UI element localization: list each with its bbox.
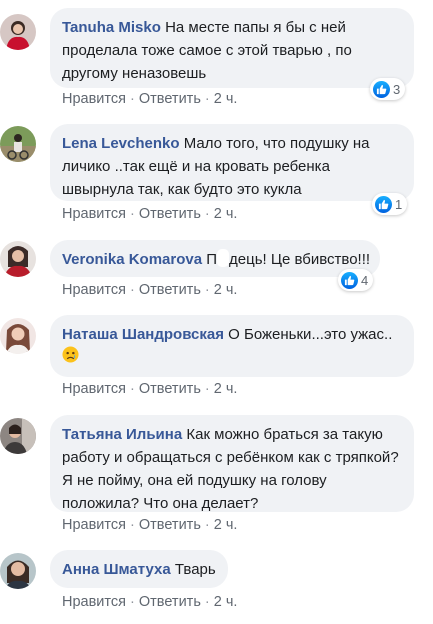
avatar[interactable] bbox=[0, 553, 36, 589]
separator-dot: · bbox=[204, 282, 210, 298]
timestamp[interactable]: 2 ч. bbox=[214, 206, 238, 222]
comment-author[interactable]: Татьяна Ильина bbox=[62, 426, 182, 443]
like-thumb-icon bbox=[375, 195, 392, 213]
like-link[interactable]: Нравится bbox=[62, 594, 126, 610]
timestamp[interactable]: 2 ч. bbox=[214, 282, 238, 298]
comment-actions: Нравится · Ответить · 2 ч. bbox=[62, 282, 237, 298]
reactions-number: 1 bbox=[395, 196, 403, 212]
comment-text: дець! Це вбивство!!! bbox=[229, 251, 371, 268]
reply-link[interactable]: Ответить bbox=[139, 594, 201, 610]
comment-bubble: Наташа Шандровская О Боженьки...это ужас… bbox=[50, 315, 414, 377]
like-link[interactable]: Нравится bbox=[62, 381, 126, 397]
like-link[interactable]: Нравится bbox=[62, 517, 126, 533]
reply-link[interactable]: Ответить bbox=[139, 381, 201, 397]
comment-text: Тварь bbox=[174, 561, 216, 578]
timestamp[interactable]: 2 ч. bbox=[214, 517, 238, 533]
comment-author[interactable]: Анна Шматуха bbox=[62, 561, 171, 578]
separator-dot: · bbox=[204, 91, 210, 107]
reactions-count[interactable]: 4 bbox=[338, 269, 374, 291]
comment-bubble: Veronika Komarova Пдець! Це вбивство!!! bbox=[50, 240, 380, 277]
separator-dot: · bbox=[130, 206, 135, 222]
comment-actions: Нравится · Ответить · 2 ч. bbox=[62, 517, 237, 533]
comment-actions: Нравится · Ответить · 2 ч. bbox=[62, 381, 237, 397]
avatar[interactable] bbox=[0, 318, 36, 354]
separator-dot: · bbox=[204, 517, 210, 533]
like-thumb-icon bbox=[373, 80, 390, 98]
comment-bubble: Анна Шматуха Тварь bbox=[50, 550, 228, 588]
reactions-number: 4 bbox=[361, 272, 369, 288]
timestamp[interactable]: 2 ч. bbox=[214, 594, 238, 610]
separator-dot: · bbox=[130, 381, 135, 397]
reactions-count[interactable]: 3 bbox=[370, 78, 406, 100]
timestamp[interactable]: 2 ч. bbox=[214, 381, 238, 397]
reply-link[interactable]: Ответить bbox=[139, 517, 201, 533]
comment-author[interactable]: Tanuha Misko bbox=[62, 19, 161, 36]
avatar[interactable] bbox=[0, 14, 36, 50]
reactions-count[interactable]: 1 bbox=[372, 193, 408, 215]
comment-text-prefix: П bbox=[206, 251, 218, 268]
like-link[interactable]: Нравится bbox=[62, 206, 126, 222]
avatar[interactable] bbox=[0, 418, 36, 454]
reply-link[interactable]: Ответить bbox=[139, 206, 201, 222]
comment-bubble: Татьяна Ильина Как можно браться за таку… bbox=[50, 415, 414, 512]
comment-author[interactable]: Наташа Шандровская bbox=[62, 326, 224, 343]
comment-actions: Нравится · Ответить · 2 ч. bbox=[62, 206, 237, 222]
separator-dot: · bbox=[130, 282, 135, 298]
reply-link[interactable]: Ответить bbox=[139, 91, 201, 107]
like-thumb-icon bbox=[341, 271, 358, 289]
comment-bubble: Lena Levchenko Мало того, что подушку на… bbox=[50, 124, 414, 201]
avatar[interactable] bbox=[0, 126, 36, 162]
separator-dot: · bbox=[130, 91, 135, 107]
comment-actions: Нравится · Ответить · 2 ч. bbox=[62, 91, 237, 107]
separator-dot: · bbox=[204, 206, 210, 222]
reply-link[interactable]: Ответить bbox=[139, 282, 201, 298]
separator-dot: · bbox=[204, 381, 210, 397]
comment-text: О Боженьки...это ужас.. bbox=[228, 326, 393, 343]
like-link[interactable]: Нравится bbox=[62, 91, 126, 107]
comment-author[interactable]: Veronika Komarova bbox=[62, 251, 202, 268]
timestamp[interactable]: 2 ч. bbox=[214, 91, 238, 107]
comment-actions: Нравится · Ответить · 2 ч. bbox=[62, 594, 237, 610]
comment-bubble: Tanuha Misko На месте папы я бы с ней пр… bbox=[50, 8, 414, 88]
comment-author[interactable]: Lena Levchenko bbox=[62, 135, 180, 152]
sad-face-emoji bbox=[62, 346, 79, 370]
reactions-number: 3 bbox=[393, 81, 401, 97]
separator-dot: · bbox=[130, 594, 135, 610]
like-link[interactable]: Нравится bbox=[62, 282, 126, 298]
separator-dot: · bbox=[204, 594, 210, 610]
avatar[interactable] bbox=[0, 241, 36, 277]
light-glare bbox=[217, 249, 230, 267]
separator-dot: · bbox=[130, 517, 135, 533]
